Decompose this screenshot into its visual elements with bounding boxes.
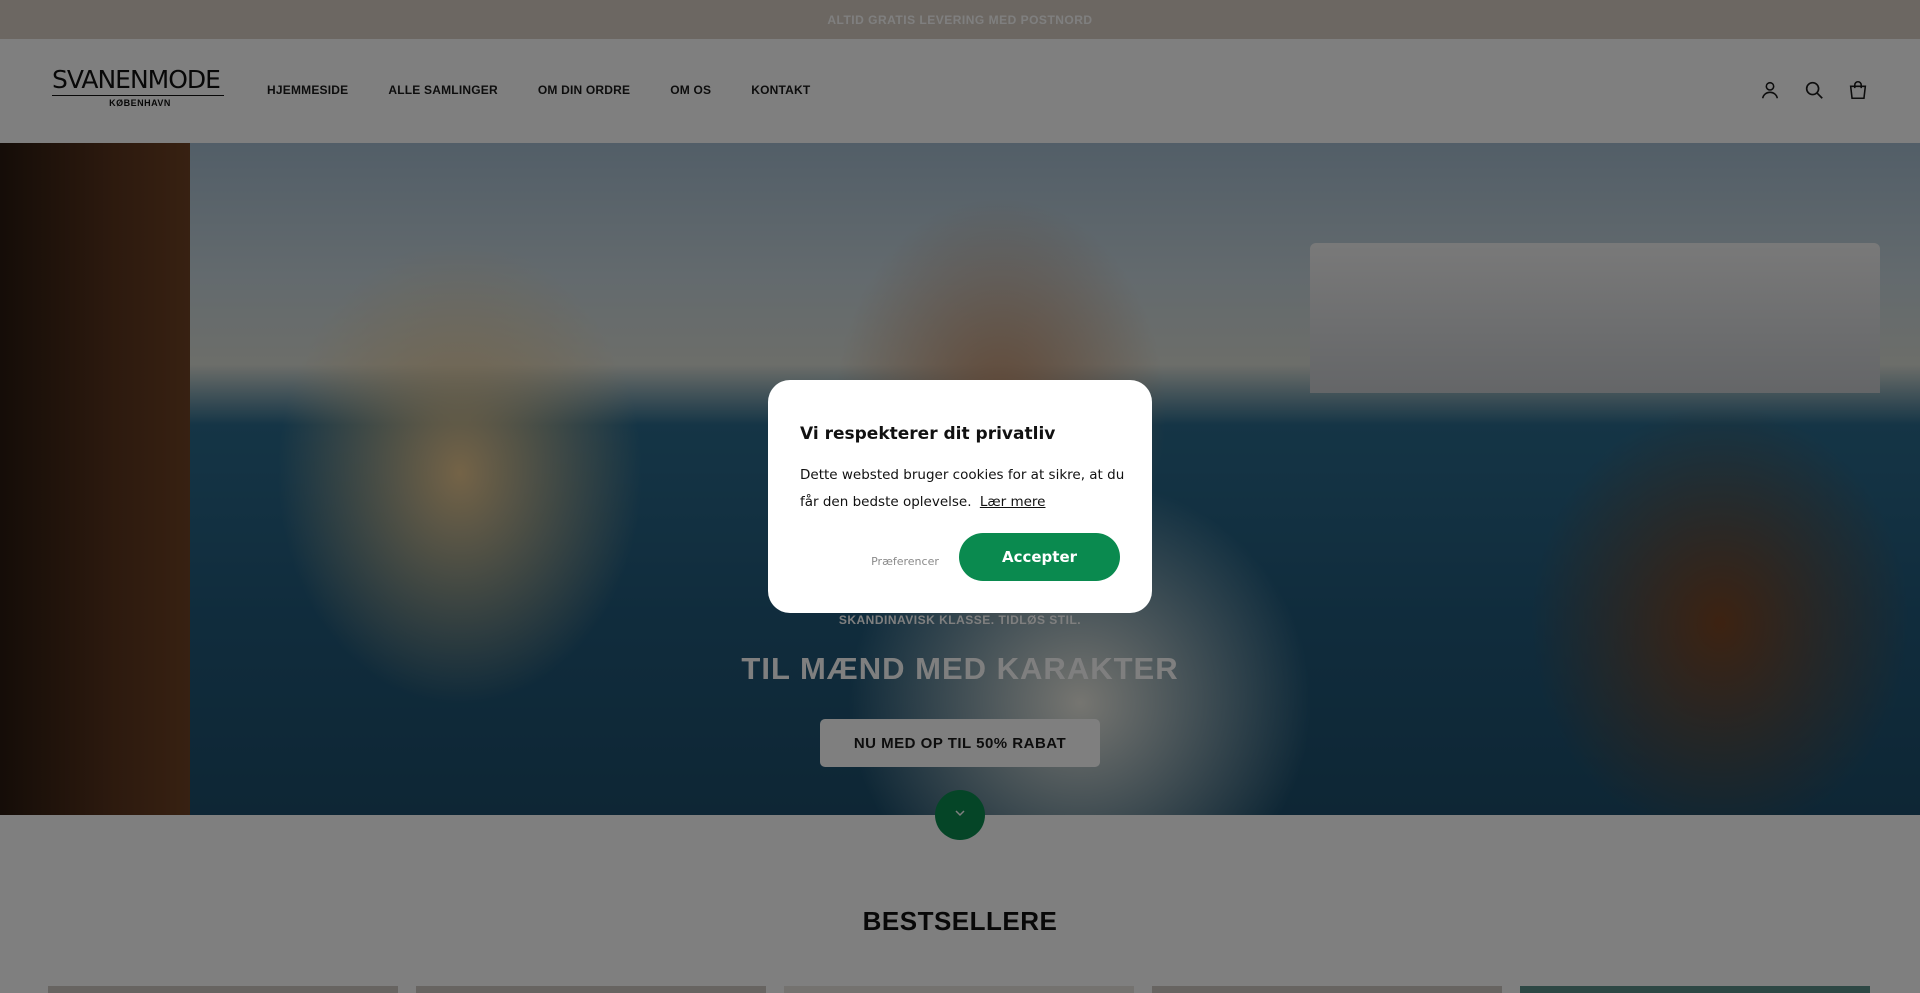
cookie-dialog-text: Dette websted bruger cookies for at sikr… <box>800 462 1130 516</box>
cookie-consent-dialog: Vi respekterer dit privatliv Dette webst… <box>768 380 1152 613</box>
preferences-button[interactable]: Præferencer <box>840 537 970 585</box>
cookie-dialog-body: Dette websted bruger cookies for at sikr… <box>800 467 1125 510</box>
cookie-dialog-title: Vi respekterer dit privatliv <box>800 424 1056 444</box>
learn-more-link[interactable]: Lær mere <box>980 494 1046 510</box>
accept-button[interactable]: Accepter <box>959 533 1120 581</box>
